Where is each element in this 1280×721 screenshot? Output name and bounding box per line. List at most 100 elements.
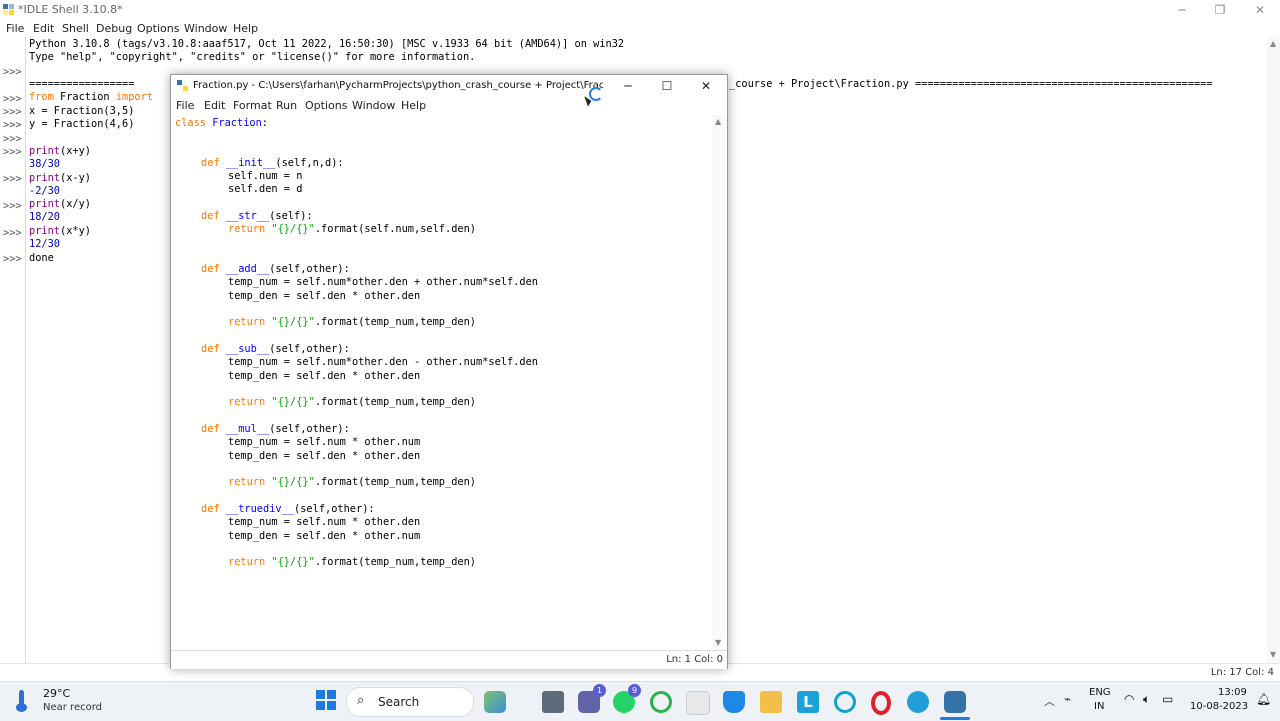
code-text: .format(temp_num,temp_den): [314, 476, 476, 488]
code-text: (self,other):: [294, 503, 375, 515]
keyword: def: [201, 157, 220, 169]
code-line: temp_den = self.den * other.den: [228, 370, 421, 382]
opera-icon[interactable]: [871, 691, 891, 715]
task-view-icon[interactable]: [542, 691, 564, 713]
banner-line: Python 3.10.8 (tags/v3.10.8:aaaf517, Oct…: [29, 38, 625, 50]
scroll-up-icon[interactable]: ▲: [715, 117, 721, 126]
function-name: __mul__: [219, 423, 270, 435]
keyword: return: [228, 476, 266, 488]
wifi-icon[interactable]: ◠: [1124, 692, 1134, 706]
volume-icon[interactable]: 🔈︎: [1143, 692, 1150, 707]
code-line: def __str__(self):: [201, 210, 313, 222]
chevron-up-icon[interactable]: ︿: [1044, 693, 1055, 709]
shell-titlebar: *IDLE Shell 3.10.8* ─ ❐ ✕: [0, 0, 1280, 20]
restart-separator: =================: [29, 78, 135, 90]
menu-help[interactable]: Help: [233, 22, 258, 35]
keyword: from: [29, 91, 54, 103]
refresh-app-icon[interactable]: [650, 691, 672, 713]
editor-titlebar[interactable]: Fraction.py - C:\Users\farhan\PycharmPro…: [171, 75, 727, 107]
output-line: 38/30: [29, 158, 60, 170]
shell-scrollbar[interactable]: ▲ ▼: [1267, 37, 1280, 663]
code-text: (x-y): [60, 172, 91, 184]
shell-prompt-gutter: >>> >>> >>> >>> >>> >>> >>> >>> >>> >>>: [0, 37, 26, 663]
builtin: print: [29, 225, 60, 237]
editor-maximize-button[interactable]: ☐: [647, 76, 687, 96]
file-explorer-icon[interactable]: [760, 691, 782, 713]
editor-code-area[interactable]: class Fraction: def __init__(self,n,d): …: [171, 115, 711, 649]
language-code[interactable]: ENG: [1089, 687, 1111, 698]
battery-icon[interactable]: ▭: [1162, 692, 1173, 706]
builtin: print: [29, 172, 60, 184]
editor-close-button[interactable]: ✕: [686, 76, 726, 96]
output-line: 12/30: [29, 238, 60, 250]
teams-icon[interactable]: 1: [578, 684, 606, 713]
scroll-down-icon[interactable]: ▼: [715, 638, 721, 647]
scroll-down-icon[interactable]: ▼: [1270, 650, 1276, 659]
editor-menu-edit[interactable]: Edit: [204, 99, 225, 112]
code-line: self.num = n: [228, 170, 303, 182]
class-name: Fraction: [206, 117, 262, 129]
editor-window[interactable]: Fraction.py - C:\Users\farhan\PycharmPro…: [170, 74, 728, 669]
close-button[interactable]: ✕: [1240, 0, 1280, 20]
clock-time[interactable]: 13:09: [1218, 687, 1247, 698]
telegram-icon[interactable]: [907, 691, 929, 713]
network-off-icon[interactable]: ⌁: [1064, 692, 1071, 706]
editor-menu-format[interactable]: Format: [233, 99, 272, 112]
cortana-icon[interactable]: [834, 691, 856, 713]
shell-window-title: *IDLE Shell 3.10.8*: [18, 3, 123, 16]
widgets-icon[interactable]: [484, 691, 506, 713]
whatsapp-icon[interactable]: 9: [613, 684, 641, 713]
editor-menu-file[interactable]: File: [176, 99, 194, 112]
keyword: import: [115, 91, 154, 103]
editor-scrollbar[interactable]: ▲ ▼: [712, 115, 725, 649]
weather-temperature[interactable]: 29°C: [43, 687, 70, 700]
prompt: >>>: [3, 133, 22, 145]
menu-options[interactable]: Options: [137, 22, 179, 35]
prompt: >>>: [3, 253, 22, 265]
builtin: print: [29, 198, 60, 210]
code-text: Fraction: [53, 91, 116, 103]
minimize-button[interactable]: ─: [1162, 0, 1202, 20]
code-line: def __init__(self,n,d):: [201, 157, 344, 169]
defender-icon[interactable]: [723, 691, 745, 713]
editor-menu-window[interactable]: Window: [352, 99, 395, 112]
menu-debug[interactable]: Debug: [96, 22, 132, 35]
menu-window[interactable]: Window: [184, 22, 227, 35]
code-text: (self,n,d):: [275, 157, 344, 169]
thermometer-icon[interactable]: [14, 690, 30, 712]
l-app-icon[interactable]: L: [797, 691, 819, 713]
code-line: print(x-y): [29, 172, 91, 184]
idle-taskbar-icon[interactable]: [940, 691, 970, 720]
scroll-up-icon[interactable]: ▲: [1270, 39, 1276, 48]
restore-button[interactable]: ❐: [1200, 0, 1240, 20]
code-line: done: [29, 252, 54, 264]
code-line: self.den = d: [228, 183, 303, 195]
keyword: def: [201, 210, 220, 222]
weather-description[interactable]: Near record: [43, 702, 102, 713]
prompt: >>>: [3, 200, 22, 212]
taskbar-search[interactable]: ⌕ Search: [346, 687, 474, 717]
language-region[interactable]: IN: [1094, 701, 1104, 712]
code-line: temp_num = self.num*other.den - other.nu…: [228, 356, 538, 368]
editor-menu-help[interactable]: Help: [401, 99, 426, 112]
code-text: (self,other):: [269, 423, 350, 435]
string-literal: "{}/{}": [265, 476, 315, 488]
menu-file[interactable]: File: [6, 22, 24, 35]
editor-menu-options[interactable]: Options: [305, 99, 347, 112]
code-line: def __mul__(self,other):: [201, 423, 350, 435]
menu-shell[interactable]: Shell: [62, 22, 89, 35]
menu-edit[interactable]: Edit: [33, 22, 54, 35]
string-literal: "{}/{}": [265, 316, 315, 328]
windows-start-icon[interactable]: [316, 690, 336, 710]
code-line: x = Fraction(3,5): [29, 105, 135, 117]
editor-menu-run[interactable]: Run: [276, 99, 297, 112]
code-line: temp_num = self.num * other.num: [228, 436, 421, 448]
code-line: return "{}/{}".format(temp_num,temp_den): [228, 316, 476, 328]
code-line: print(x/y): [29, 198, 91, 210]
clock-date[interactable]: 10-08-2023: [1190, 701, 1248, 712]
whatsapp-badge: 9: [628, 684, 641, 697]
store-icon[interactable]: [686, 691, 710, 715]
notification-bell-icon[interactable]: 🔔︎: [1256, 692, 1271, 706]
windows-taskbar: 29°C Near record ⌕ Search 1 9 L ︿ ⌁ ENG …: [0, 681, 1280, 721]
editor-minimize-button[interactable]: ─: [608, 76, 648, 96]
